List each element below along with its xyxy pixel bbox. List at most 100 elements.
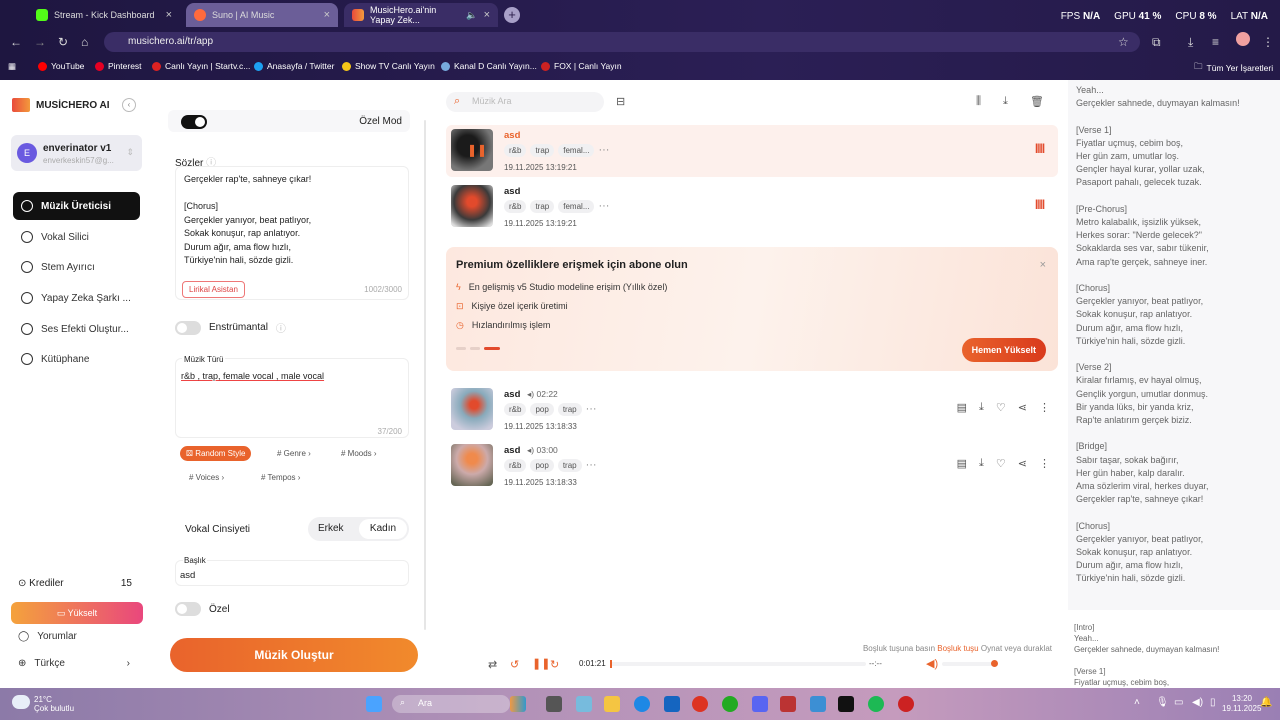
sidebar-item-ai-song[interactable]: Yapay Zeka Şarkı ...	[13, 284, 140, 312]
reading-list-icon[interactable]: ≡	[1212, 35, 1219, 49]
app-icon[interactable]	[810, 696, 826, 712]
new-tab-button[interactable]: +	[504, 7, 520, 23]
apps-icon[interactable]: ▦	[8, 61, 16, 72]
song-row[interactable]: ❚❚ asd r&b trap femal... ··· 19.11.2025 13:…	[446, 125, 1058, 177]
obs-icon[interactable]	[898, 696, 914, 712]
volume-icon[interactable]: ◀)	[926, 657, 938, 670]
battery-icon[interactable]: ▯	[1210, 697, 1216, 708]
sidebar-item-sound-effect[interactable]: Ses Efekti Oluştur...	[13, 315, 140, 343]
carousel-dot[interactable]	[456, 347, 466, 350]
carousel-dot-active[interactable]	[484, 347, 500, 350]
start-icon[interactable]	[366, 696, 382, 712]
task-view-icon[interactable]	[546, 696, 562, 712]
sidebar-item-stem-splitter[interactable]: Stem Ayırıcı	[13, 253, 140, 281]
more-icon[interactable]: ···	[598, 200, 609, 213]
repeat-icon[interactable]: ⇄	[488, 658, 497, 671]
sidebar-item-music-generator[interactable]: Müzik Üreticisi	[13, 192, 140, 220]
mic-icon[interactable]: 🎙	[1156, 697, 1169, 708]
pause-icon[interactable]: ❚❚	[467, 143, 487, 157]
song-row[interactable]: asd ◂) 02:22 r&b pop trap ··· 19.11.2025 13…	[446, 384, 1058, 436]
notification-icon[interactable]: 🔔	[1260, 697, 1272, 708]
random-style-button[interactable]: ⚄ Random Style	[180, 446, 252, 461]
tab-musichero[interactable]: MusicHero.ai'nin Yapay Zek... 🔈 ×	[344, 3, 498, 27]
all-bookmarks[interactable]: 🗀 Tüm Yer İşaretleri	[1194, 61, 1273, 75]
upgrade-button[interactable]: ▭ Yükselt	[11, 602, 143, 624]
bookmark-showtv[interactable]: Show TV Canlı Yayın	[342, 61, 435, 71]
tab-suno[interactable]: Suno | AI Music ×	[186, 3, 338, 27]
share-icon[interactable]: ⋖	[1018, 457, 1027, 470]
male-option[interactable]: Erkek	[318, 523, 344, 534]
tab-kick[interactable]: Stream - Kick Dashboard ×	[28, 3, 180, 27]
heart-icon[interactable]: ♡	[996, 457, 1006, 470]
menu-icon[interactable]: ⋮	[1262, 35, 1274, 49]
discord-icon[interactable]	[752, 696, 768, 712]
song-thumbnail[interactable]	[451, 185, 493, 227]
close-icon[interactable]: ×	[324, 9, 330, 21]
reload-icon[interactable]: ↻	[58, 35, 68, 49]
form-scrollbar[interactable]	[424, 120, 426, 630]
download-icon[interactable]: ⤓	[1188, 35, 1193, 50]
create-music-button[interactable]: Müzik Oluştur	[170, 638, 418, 672]
close-icon[interactable]: ×	[1040, 259, 1046, 271]
app-icon[interactable]	[780, 696, 796, 712]
volume-knob[interactable]	[991, 660, 998, 667]
network-icon[interactable]: ▭	[1174, 697, 1183, 708]
download-all-icon[interactable]: ⤓	[1003, 95, 1008, 108]
custom-mode-toggle[interactable]	[181, 115, 207, 129]
star-icon[interactable]: ☆	[1118, 35, 1129, 49]
clock[interactable]: 13:20 19.11.2025	[1222, 694, 1261, 714]
pause-icon[interactable]: ❚❚	[532, 657, 550, 670]
more-icon[interactable]: ···	[598, 144, 609, 157]
filter-icon[interactable]: ⊟	[616, 95, 625, 108]
carousel-dot[interactable]	[470, 347, 480, 350]
moods-chip[interactable]: # Moods ›	[335, 446, 383, 461]
download-icon[interactable]: ⤓	[979, 457, 984, 470]
song-row[interactable]: asd ◂) 03:00 r&b pop trap ··· 19.11.2025 13…	[446, 440, 1058, 492]
bookmark-startv[interactable]: Canlı Yayın | Startv.c...	[152, 61, 250, 71]
song-thumbnail[interactable]	[451, 444, 493, 486]
language-select[interactable]: ⊕ Türkçe ›	[18, 658, 130, 669]
copilot-icon[interactable]	[576, 696, 592, 712]
genre-chip[interactable]: # Genre ›	[271, 446, 317, 461]
user-card[interactable]: E enverinator v1 enverkeskin57@g... ⇕	[11, 135, 142, 171]
song-thumbnail[interactable]: ❚❚	[451, 129, 493, 171]
sidebar-item-library[interactable]: Kütüphane	[13, 345, 140, 373]
weather-widget[interactable]: 21°C Çok bulutlu	[34, 695, 74, 713]
title-input[interactable]: Başlık asd	[175, 556, 409, 586]
reviews-link[interactable]: ◯ Yorumlar	[18, 631, 77, 642]
heart-icon[interactable]: ♡	[996, 401, 1006, 414]
bookmark-pinterest[interactable]: Pinterest	[95, 61, 142, 71]
taskbar-search[interactable]: ⌕ Ara	[392, 695, 510, 713]
song-row[interactable]: asd r&b trap femal... ··· 19.11.2025 13:19:…	[446, 181, 1058, 233]
edge-icon[interactable]	[634, 696, 650, 712]
upgrade-now-button[interactable]: Hemen Yükselt	[961, 338, 1046, 362]
search-input[interactable]: ⌕ Müzik Ara	[446, 92, 604, 112]
volume-icon[interactable]: ◀)	[1192, 697, 1203, 708]
library-icon[interactable]: ⫼	[976, 95, 981, 108]
bookmark-youtube[interactable]: YouTube	[38, 61, 84, 71]
store-icon[interactable]	[664, 696, 680, 712]
progress-bar[interactable]	[610, 660, 866, 668]
lyrics-textarea[interactable]: Gerçekler rap'te, sahneye çıkar! [Chorus]…	[175, 166, 409, 300]
collapse-sidebar-button[interactable]: ‹	[122, 98, 136, 112]
instrumental-toggle[interactable]	[175, 320, 201, 335]
widgets-icon[interactable]	[510, 696, 526, 712]
download-icon[interactable]: ⤓	[979, 401, 984, 414]
song-thumbnail[interactable]	[451, 388, 493, 430]
lyrics-icon[interactable]: ▤	[957, 401, 967, 414]
back-icon[interactable]: ←	[10, 35, 22, 49]
unreal-icon[interactable]	[838, 696, 854, 712]
more-icon[interactable]: ···	[586, 459, 597, 472]
file-explorer-icon[interactable]	[604, 696, 620, 712]
profile-avatar[interactable]	[1236, 32, 1250, 46]
tempos-chip[interactable]: # Tempos ›	[255, 470, 306, 485]
voices-chip[interactable]: # Voices ›	[183, 470, 230, 485]
bookmark-kanald[interactable]: Kanal D Canlı Yayın...	[441, 61, 537, 71]
spotify-icon[interactable]	[868, 696, 884, 712]
home-icon[interactable]: ⌂	[81, 35, 88, 49]
more-icon[interactable]: ···	[586, 403, 597, 416]
share-icon[interactable]: ⋖	[1018, 401, 1027, 414]
private-toggle[interactable]	[175, 602, 201, 616]
address-bar[interactable]: musichero.ai/tr/app	[104, 32, 1140, 52]
brand-logo[interactable]: MUSİCHERO AI	[12, 98, 110, 112]
